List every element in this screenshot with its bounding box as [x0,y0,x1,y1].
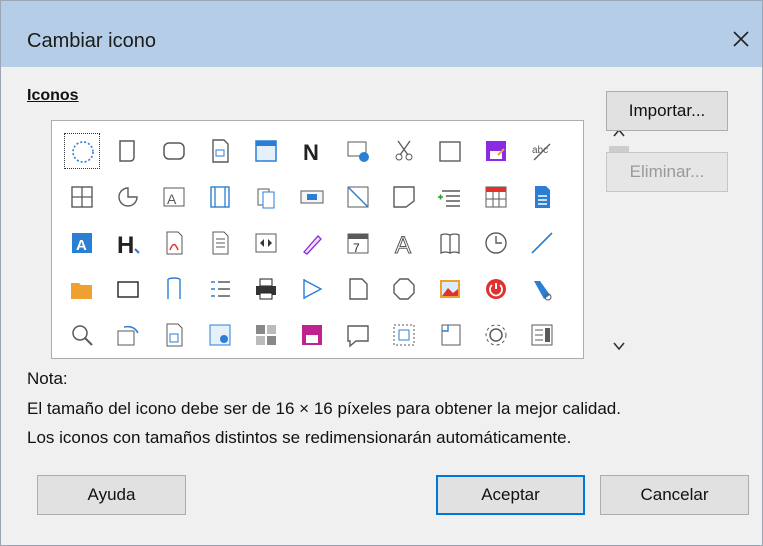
svg-text:N: N [303,140,319,165]
speech-shape-icon[interactable] [340,317,376,353]
document-form-icon[interactable] [202,133,238,169]
horizontal-rect-icon[interactable] [110,271,146,307]
octagon-icon[interactable] [386,271,422,307]
pdf-document-icon[interactable] [156,225,192,261]
svg-text:A: A [395,232,411,259]
eraser-icon[interactable] [524,271,560,307]
power-icon[interactable] [478,271,514,307]
help-button[interactable]: Ayuda [37,475,186,515]
bold-n-icon[interactable]: N [294,133,330,169]
callout-shape-icon[interactable] [386,179,422,215]
diagonal-box-icon[interactable] [340,179,376,215]
line-diagonal-icon[interactable] [524,225,560,261]
change-icon-dialog: Cambiar icono Iconos Nabc A A H 7 A Importar.… [0,0,763,546]
image-settings-icon[interactable] [340,133,376,169]
table-color-icon[interactable] [478,179,514,215]
cut-icon[interactable] [386,133,422,169]
icon-grid[interactable]: Nabc A A H 7 A [51,120,633,359]
bracket-shape-icon[interactable] [156,271,192,307]
table-grid-icon[interactable] [64,179,100,215]
svg-text:7: 7 [353,241,360,255]
folded-page-icon[interactable] [340,271,376,307]
insert-list-icon[interactable] [432,179,468,215]
form-fields-icon[interactable] [524,317,560,353]
numbered-list-icon[interactable] [202,271,238,307]
table-frame-icon[interactable] [248,133,284,169]
column-arrows-icon[interactable] [248,225,284,261]
printer-icon[interactable] [248,271,284,307]
image-frame-icon[interactable] [202,317,238,353]
text-a-icon[interactable]: A [64,225,100,261]
document-blue-icon[interactable] [524,179,560,215]
svg-text:A: A [167,191,177,207]
svg-text:H: H [117,232,134,259]
grid-dotted-icon[interactable] [386,317,422,353]
note-heading: Nota: [27,369,68,388]
spellcheck-icon[interactable]: abc [524,133,560,169]
close-icon[interactable] [719,17,763,61]
text-shape-icon[interactable]: A [156,179,192,215]
folder-open-icon[interactable] [64,271,100,307]
save-purple-icon[interactable] [478,133,514,169]
frame-columns-icon[interactable] [202,179,238,215]
gear-settings-icon[interactable] [478,317,514,353]
zoom-icon[interactable] [64,317,100,353]
clock-icon[interactable] [478,225,514,261]
dotted-circle-icon[interactable] [64,133,100,169]
title-bar: Cambiar icono [1,1,762,67]
note-line-2: Los iconos con tamaños distintos se redi… [27,428,572,447]
rotate-shape-icon[interactable] [110,317,146,353]
note-line-1: El tamaño del icono debe ser de 16 × 16 … [27,399,621,418]
flag-shape-icon[interactable] [294,271,330,307]
document-view-icon[interactable] [156,317,192,353]
copy-document-icon[interactable] [248,179,284,215]
cancel-button[interactable]: Cancelar [600,475,749,515]
delete-button[interactable]: Eliminar... [606,152,728,192]
pattern-grid-icon[interactable] [248,317,284,353]
image-button-icon[interactable] [294,179,330,215]
scroll-down-icon[interactable] [605,335,633,357]
calendar-7-icon[interactable]: 7 [340,225,376,261]
icons-section-label: Iconos [27,87,79,104]
book-icon[interactable] [432,225,468,261]
blank-rect-icon[interactable] [432,133,468,169]
picture-icon[interactable] [432,271,468,307]
page-corner-icon[interactable] [432,317,468,353]
page-frame-icon[interactable] [110,133,146,169]
list-document-icon[interactable] [202,225,238,261]
import-button[interactable]: Importar... [606,91,728,131]
dialog-title: Cambiar icono [27,30,156,52]
text-a-outline-icon[interactable]: A [386,225,422,261]
pencil-icon[interactable] [294,225,330,261]
rounded-rect-icon[interactable] [156,133,192,169]
svg-text:A: A [76,237,87,254]
save-magenta-icon[interactable] [294,317,330,353]
arc-shape-icon[interactable] [110,179,146,215]
heading-h-icon[interactable]: H [110,225,146,261]
ok-button[interactable]: Aceptar [436,475,585,515]
